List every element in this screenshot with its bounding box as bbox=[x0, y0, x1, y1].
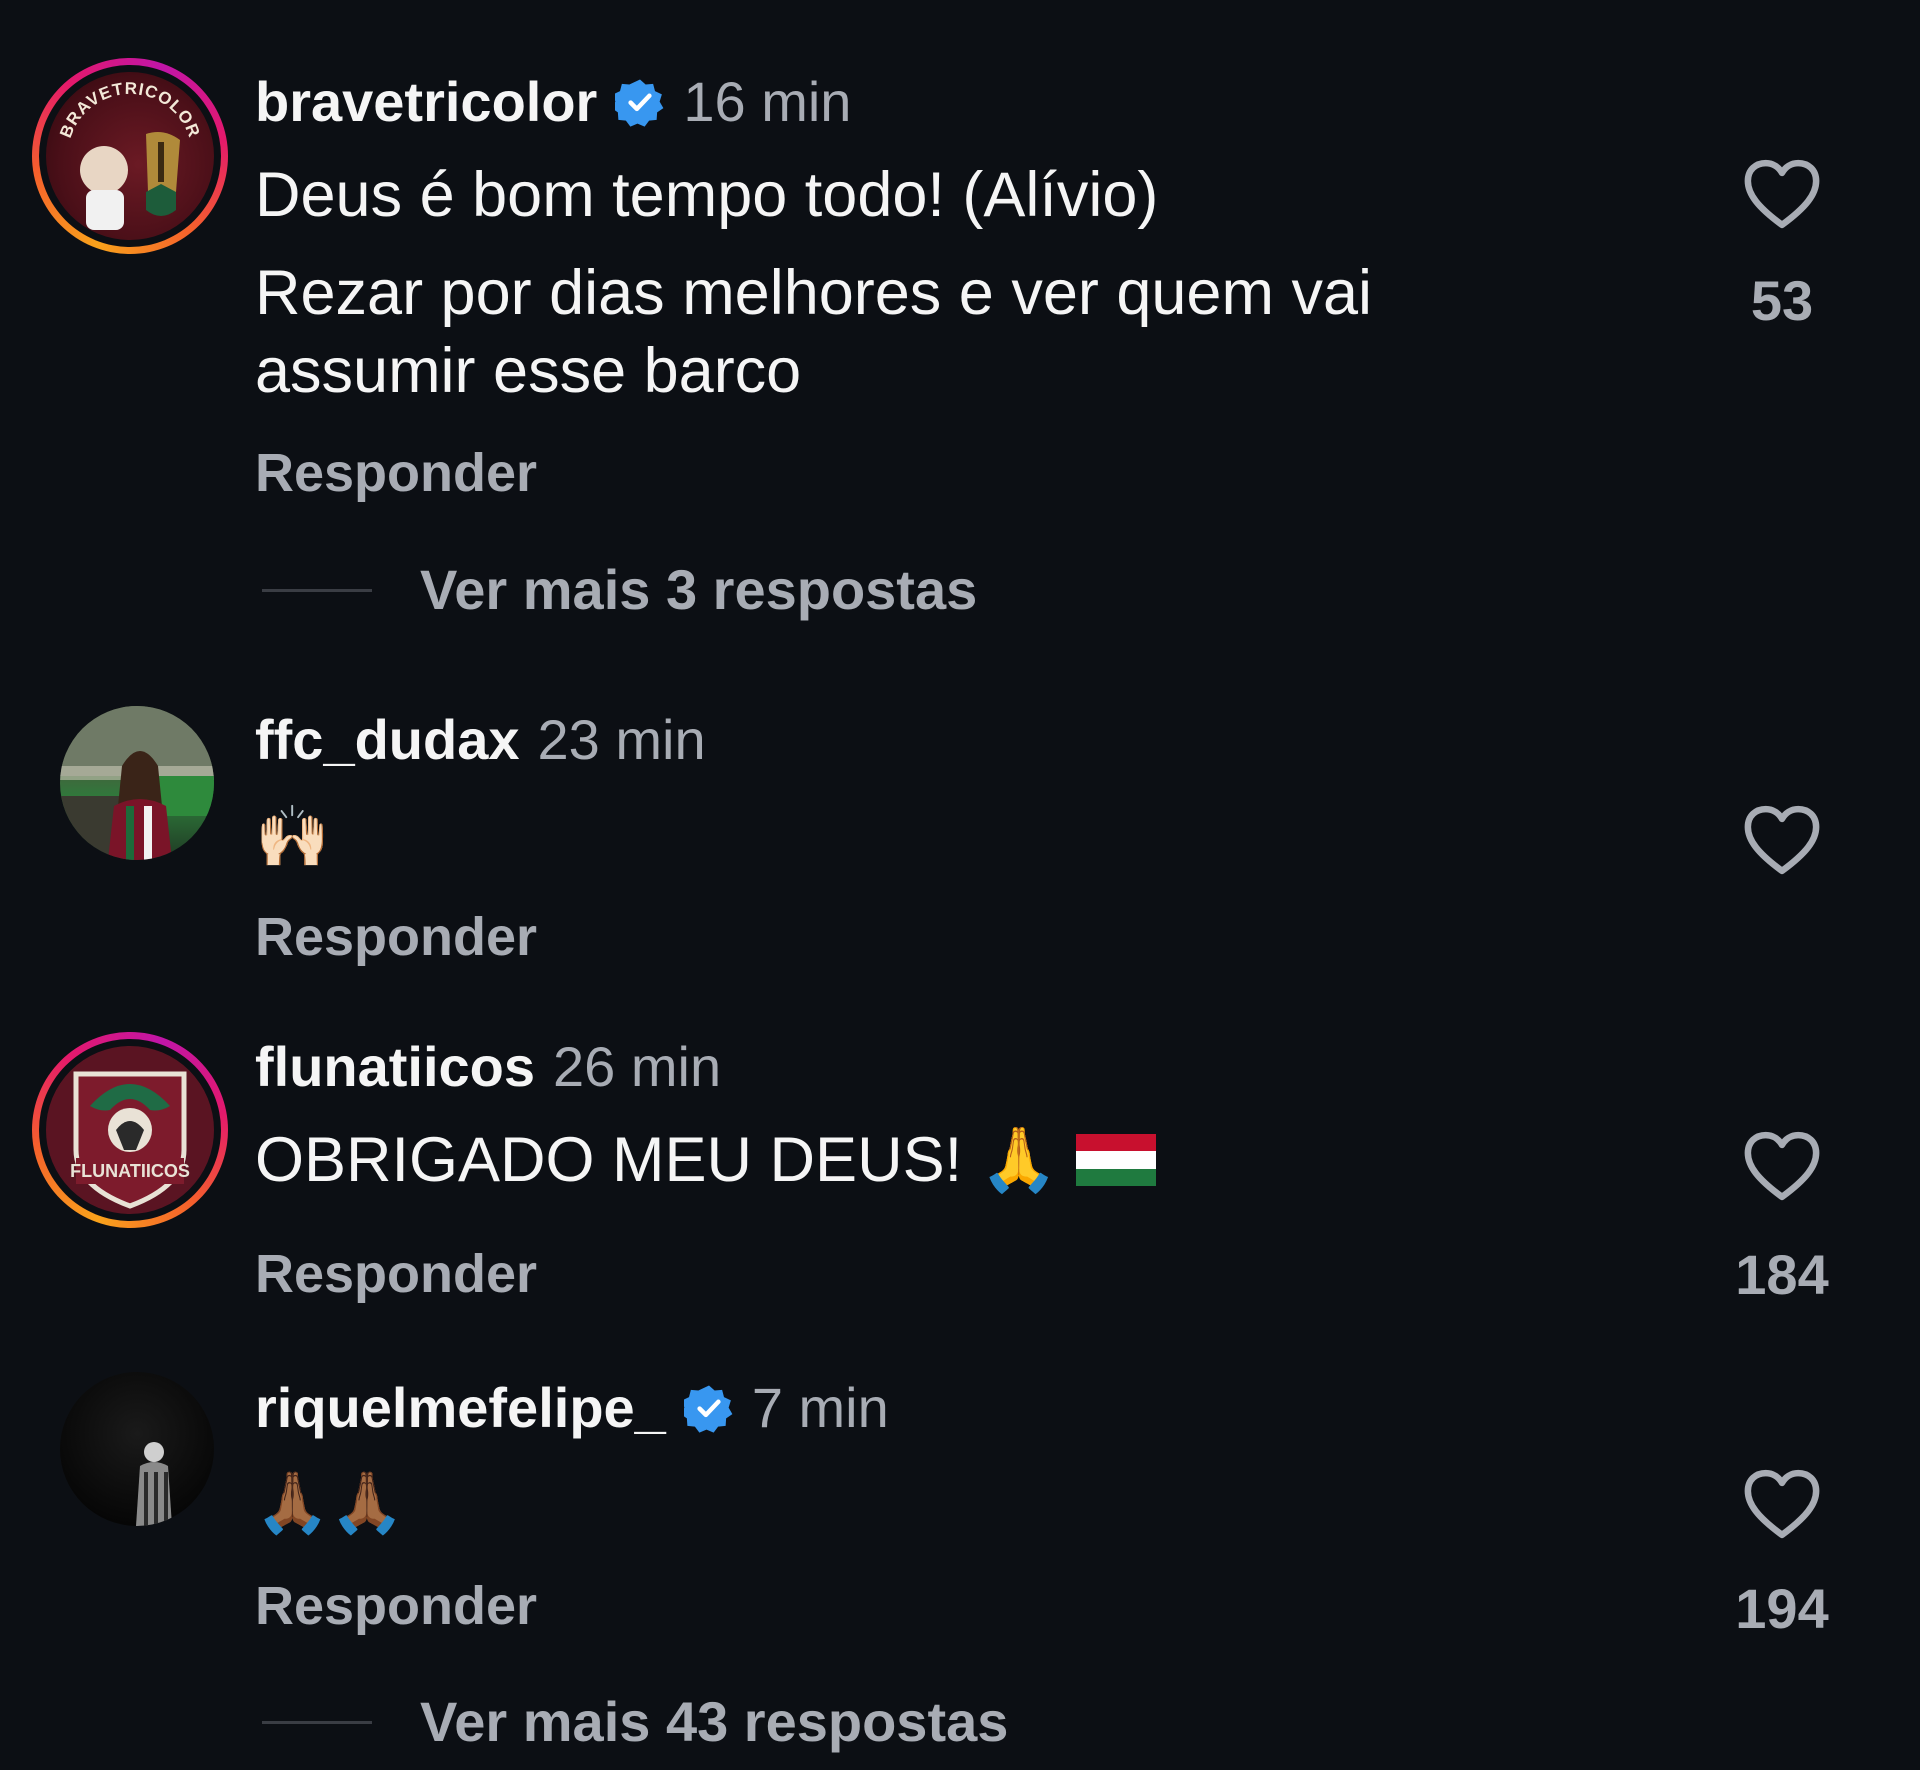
avatar-riquelmefelipe[interactable] bbox=[60, 1372, 214, 1526]
comment-text: 🙏🏾🙏🏾 bbox=[255, 1469, 405, 1536]
profile-photo-icon bbox=[136, 1442, 172, 1526]
comment-text-line-3: assumir esse barco bbox=[255, 336, 802, 406]
heart-outline-icon[interactable] bbox=[1743, 804, 1821, 876]
avatar-flunatiicos[interactable]: FLUNATIICOS bbox=[32, 1032, 228, 1228]
comment-time: 7 min bbox=[751, 1376, 889, 1439]
comment-text-content: OBRIGADO MEU DEUS! 🙏 bbox=[255, 1125, 1059, 1195]
heart-outline-icon[interactable] bbox=[1743, 1130, 1821, 1202]
comment-text: 🙌🏻 bbox=[255, 803, 330, 870]
heart-outline-icon[interactable] bbox=[1743, 1468, 1821, 1540]
replies-divider bbox=[262, 1720, 372, 1724]
username[interactable]: ffc_dudax bbox=[255, 708, 520, 772]
reply-button[interactable]: Responder bbox=[255, 1242, 537, 1306]
comment-header: bravetricolor 16 min bbox=[255, 70, 851, 134]
like-count: 184 bbox=[1735, 1243, 1829, 1306]
comment-text-line-1: Deus é bom tempo todo! (Alívio) bbox=[255, 160, 1159, 230]
comment-header: flunatiicos 26 min bbox=[255, 1035, 721, 1099]
view-more-replies-label[interactable]: Ver mais 43 respostas bbox=[420, 1690, 1008, 1754]
comment-text: OBRIGADO MEU DEUS! 🙏 bbox=[255, 1121, 1157, 1199]
reply-button[interactable]: Responder bbox=[255, 1574, 537, 1638]
avatar-bravetricolor[interactable]: BRAVETRICOLOR bbox=[32, 58, 228, 254]
svg-text:FLUNATIICOS: FLUNATIICOS bbox=[70, 1161, 190, 1181]
verified-badge-icon bbox=[683, 1385, 733, 1433]
verified-badge-icon bbox=[615, 79, 664, 127]
username[interactable]: bravetricolor bbox=[255, 70, 597, 134]
comment-time: 23 min bbox=[537, 708, 706, 771]
heart-outline-icon[interactable] bbox=[1743, 158, 1821, 230]
bravetricolor-logo-icon: BRAVETRICOLOR bbox=[56, 79, 203, 230]
profile-photo-icon bbox=[60, 706, 214, 860]
reply-button[interactable]: Responder bbox=[255, 905, 537, 969]
avatar-ffc-dudax[interactable] bbox=[60, 706, 214, 860]
username[interactable]: flunatiicos bbox=[255, 1035, 535, 1099]
flunatiicos-logo-icon: FLUNATIICOS bbox=[70, 1071, 190, 1209]
view-more-replies[interactable]: Ver mais 43 respostas bbox=[262, 1690, 1008, 1754]
fluminense-flag-icon bbox=[1076, 1134, 1157, 1186]
like-count: 53 bbox=[1750, 269, 1814, 332]
comment-time: 26 min bbox=[553, 1035, 722, 1098]
view-more-replies[interactable]: Ver mais 3 respostas bbox=[262, 558, 977, 622]
reply-button[interactable]: Responder bbox=[255, 441, 537, 505]
comment-header: riquelmefelipe_ 7 min bbox=[255, 1376, 889, 1440]
replies-divider bbox=[262, 588, 372, 592]
like-count: 194 bbox=[1735, 1577, 1829, 1640]
comment-time: 16 min bbox=[683, 70, 852, 133]
comment-header: ffc_dudax 23 min bbox=[255, 708, 706, 772]
view-more-replies-label[interactable]: Ver mais 3 respostas bbox=[420, 558, 977, 622]
comment-text-line-2: Rezar por dias melhores e ver quem vai bbox=[255, 258, 1372, 328]
username[interactable]: riquelmefelipe_ bbox=[255, 1376, 666, 1440]
